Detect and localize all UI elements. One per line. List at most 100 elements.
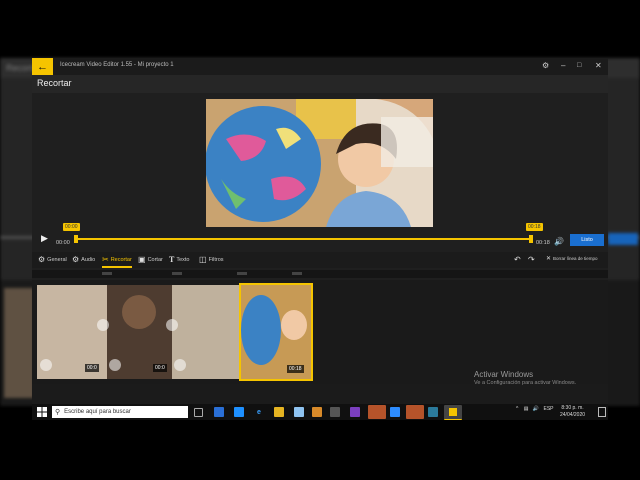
network-icon[interactable]: ▤: [524, 406, 529, 412]
windows-start-icon[interactable]: [36, 406, 48, 418]
end-handle[interactable]: [529, 235, 533, 243]
video-preview[interactable]: [206, 99, 433, 227]
background-button: [608, 233, 638, 245]
scissors-icon: ✂: [102, 255, 109, 264]
taskbar: ⚲ Escribe aquí para buscar e ^ ▤ 🔊 ESP 8…: [32, 404, 608, 420]
search-placeholder: Escribe aquí para buscar: [64, 409, 131, 415]
close-button[interactable]: ✕: [595, 61, 602, 71]
undo-icon: ↶: [514, 255, 521, 264]
volume-icon[interactable]: 🔊: [554, 237, 564, 246]
minimize-button[interactable]: –: [561, 61, 565, 71]
app-icon[interactable]: [312, 407, 322, 417]
clear-timeline-label: Borrar línea de tiempo: [553, 256, 598, 261]
dialog-footer: [32, 384, 608, 404]
close-icon: ✕: [546, 256, 552, 262]
notifications-icon[interactable]: [598, 407, 606, 417]
video-frame-image: [206, 99, 433, 227]
start-handle[interactable]: [74, 235, 78, 243]
total-time: 00:18: [536, 240, 550, 246]
screen-recorder-icon[interactable]: [368, 405, 386, 419]
selected-clip-duration: 00:18: [287, 365, 304, 373]
clip-frames[interactable]: 00:0 00:0: [37, 285, 239, 379]
back-button[interactable]: ←: [32, 58, 53, 75]
person-head: [122, 295, 156, 329]
editor-window: ← Icecream Video Editor 1.55 - Mi proyec…: [32, 58, 608, 404]
icecream-logo-icon: [449, 408, 457, 416]
clock-time: 8:30 p. m.: [561, 405, 584, 411]
search-input[interactable]: ⚲ Escribe aquí para buscar: [52, 406, 188, 418]
app-icon[interactable]: [428, 407, 438, 417]
start-marker[interactable]: 00:00: [63, 223, 80, 231]
audio-icon: ⚙: [72, 255, 80, 264]
filter-icon: ◫: [199, 255, 207, 264]
end-marker[interactable]: 00:18: [526, 223, 543, 231]
ruler-tick: [237, 272, 247, 275]
chevron-up-icon[interactable]: ^: [516, 406, 518, 412]
play-icon[interactable]: ▶: [41, 233, 48, 244]
crop-icon: ▣: [138, 255, 146, 264]
redo-button[interactable]: ↷: [528, 255, 535, 264]
tab-cortar[interactable]: ▣ Cortar: [138, 255, 163, 264]
trim-track[interactable]: [77, 238, 531, 240]
system-tray: ^ ▤ 🔊 ESP: [516, 406, 554, 412]
icecream-editor-icon[interactable]: [444, 405, 462, 420]
tab-texto[interactable]: T Texto: [169, 255, 190, 264]
tab-filtros-label: Filtros: [208, 256, 224, 263]
clock[interactable]: 8:30 p. m. 24/04/2020: [560, 405, 585, 419]
text-icon: T: [169, 255, 175, 264]
ruler-tick: [172, 272, 182, 275]
undo-button[interactable]: ↶: [514, 255, 521, 264]
redo-icon: ↷: [528, 255, 535, 264]
title-bar: ← Icecream Video Editor 1.55 - Mi proyec…: [32, 58, 608, 75]
tab-cortar-label: Cortar: [147, 256, 163, 263]
file-explorer-icon[interactable]: [274, 407, 284, 417]
background-clip: [4, 288, 34, 398]
timeline-ruler: [32, 270, 608, 278]
arrow-left-icon: ←: [37, 60, 48, 73]
search-icon: ⚲: [55, 409, 61, 416]
mail-icon[interactable]: [234, 407, 244, 417]
clip-settings-icon[interactable]: [40, 359, 52, 371]
app-title: Icecream Video Editor 1.55 - Mi proyecto…: [60, 62, 174, 68]
tab-recortar[interactable]: ✂ Recortar: [102, 255, 132, 264]
activation-title: Activar Windows: [474, 370, 534, 379]
gear-icon: ⚙: [38, 255, 46, 264]
selected-clip[interactable]: 00:18: [239, 283, 313, 381]
volume-tray-icon[interactable]: 🔊: [533, 406, 539, 412]
ruler-tick: [292, 272, 302, 275]
edge-icon[interactable]: e: [254, 407, 264, 417]
clip-settings-icon[interactable]: [174, 359, 186, 371]
timeline-clips: 00:0 00:0 00:18: [32, 280, 608, 384]
chrome-icon[interactable]: [406, 405, 424, 419]
tab-audio[interactable]: ⚙ Audio: [72, 255, 95, 264]
task-view-icon[interactable]: [194, 408, 203, 417]
active-tab-indicator: [102, 266, 132, 268]
tab-general[interactable]: ⚙ General: [38, 255, 67, 264]
current-time: 00:00: [56, 240, 70, 246]
tab-general-label: General: [47, 256, 67, 263]
clear-timeline-button[interactable]: ✕ Borrar línea de tiempo: [546, 255, 598, 262]
playback-bar: ▶ 00:00 00:00 00:18 00:18 🔊 Listo: [32, 223, 608, 250]
tab-filtros[interactable]: ◫ Filtros: [199, 255, 224, 264]
settings-icon[interactable]: ⚙: [542, 61, 549, 71]
ruler-tick: [102, 272, 112, 275]
globe-image: [241, 295, 281, 365]
girl-image: [281, 310, 307, 340]
visual-studio-icon[interactable]: [350, 407, 360, 417]
clock-date: 24/04/2020: [560, 412, 586, 418]
done-button[interactable]: Listo: [570, 234, 604, 246]
app-icon[interactable]: [294, 407, 304, 417]
zoom-icon[interactable]: [390, 407, 400, 417]
tab-recortar-label: Recortar: [110, 256, 132, 263]
maximize-button[interactable]: □: [577, 61, 581, 71]
clip-transition-icon[interactable]: [97, 319, 109, 331]
store-icon[interactable]: [214, 407, 224, 417]
clip-settings-icon[interactable]: [109, 359, 121, 371]
page-title: Recortar: [37, 78, 72, 88]
clip-duration: 00:0: [153, 364, 167, 372]
app-icon[interactable]: [330, 407, 340, 417]
language-indicator[interactable]: ESP: [544, 406, 554, 412]
clip-transition-icon[interactable]: [166, 319, 178, 331]
tab-texto-label: Texto: [176, 256, 190, 263]
preview-area: [32, 93, 608, 228]
